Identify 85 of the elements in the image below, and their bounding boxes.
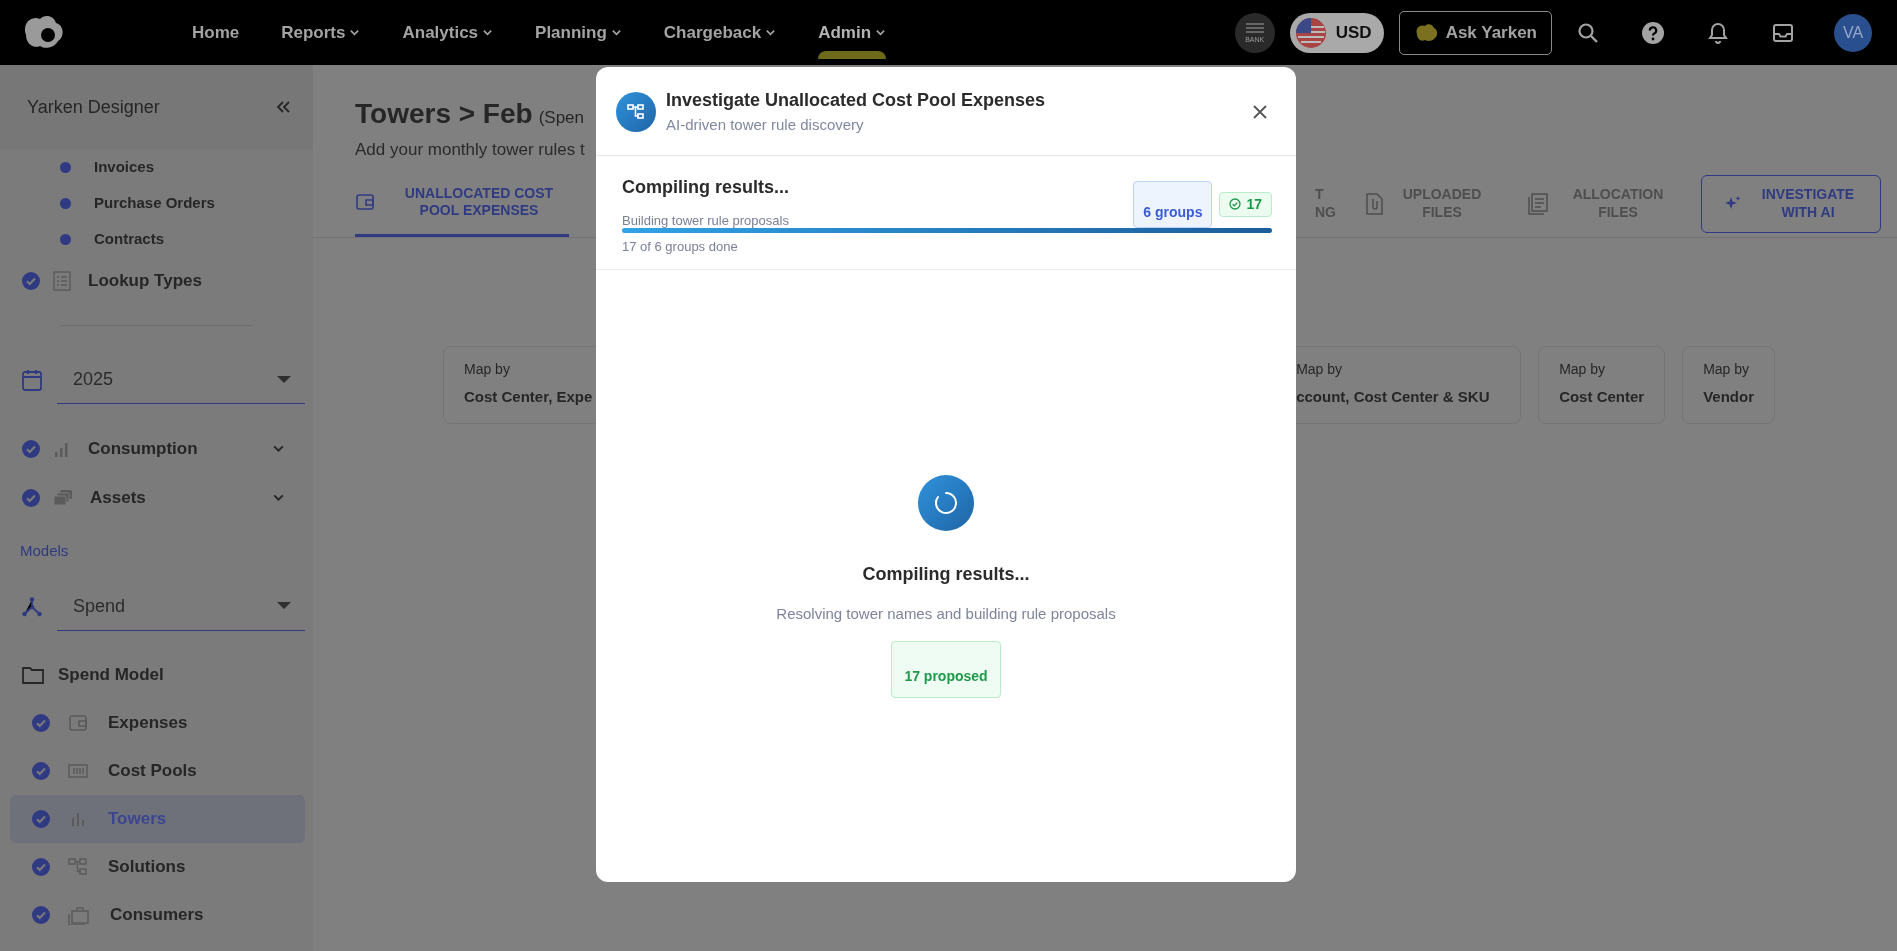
calendar-icon [22, 369, 42, 391]
groups-count: 6 groups [1133, 180, 1213, 228]
double-chevron-left-icon [275, 99, 291, 115]
status-title: Compiling results... [622, 175, 790, 199]
mapping-card[interactable]: Map by Cost Center [1538, 346, 1666, 424]
sidebar-item-label: Expenses [108, 711, 188, 734]
help-icon [1642, 21, 1664, 44]
sidebar-item[interactable]: Expenses [10, 698, 305, 747]
close-icon [1252, 103, 1268, 120]
collapse-sidebar-button[interactable] [275, 99, 291, 115]
spinner-icon [934, 490, 958, 515]
dialog-title: Investigate Unallocated Cost Pool Expenses [666, 89, 1047, 112]
stacked-cards-icon [52, 487, 74, 508]
ask-assistant-button[interactable]: Ask Yarken [1398, 10, 1552, 55]
nav-menu-item[interactable]: Reports [281, 19, 361, 46]
document-clip-icon [1365, 192, 1383, 215]
inbox-icon [1772, 21, 1794, 44]
notifications-button[interactable] [1707, 21, 1729, 44]
nav-menu-item[interactable]: Admin [818, 19, 887, 46]
search-icon [1577, 21, 1599, 44]
sidebar-item-label: Consumers [110, 903, 204, 926]
page-title: Towers > Feb [355, 97, 533, 131]
sidebar-item[interactable]: Cost Pools [10, 746, 305, 795]
sidebar-item[interactable]: Lookup Types [88, 268, 202, 294]
help-button[interactable] [1642, 21, 1664, 44]
proposed-count: 17 proposed [891, 641, 1001, 698]
tab[interactable]: UNALLOCATED COST POOL EXPENSES [355, 170, 569, 237]
network-icon [22, 596, 42, 617]
folder-icon [22, 665, 44, 684]
list-icon [52, 271, 72, 291]
bullet-dot [60, 161, 71, 173]
card-caption: Map by [1703, 360, 1751, 379]
wallet-icon [68, 712, 88, 733]
card-caption: Map by [1559, 360, 1607, 379]
select-field[interactable]: 2025 [57, 356, 305, 404]
briefcase-icon [68, 904, 90, 925]
flag-icon [1295, 17, 1326, 48]
card-value: Cost Center [1559, 387, 1645, 407]
nav-menu-item[interactable]: Analytics [402, 19, 494, 46]
bullet-dot [60, 233, 71, 245]
progress-text: 17 of 6 groups done [622, 238, 739, 256]
sidebar-item[interactable]: Consumption [88, 435, 272, 462]
dropdown-caret-icon [277, 375, 291, 384]
page-subtitle: Add your monthly tower rules t [355, 139, 586, 161]
card-caption: Map by [464, 360, 511, 379]
building-icon [1244, 22, 1265, 36]
bullet-dot [60, 197, 71, 209]
sidebar-group-title[interactable]: Spend Model [58, 661, 164, 688]
inbox-button[interactable] [1772, 21, 1794, 44]
done-count: 17 [1219, 191, 1272, 217]
loading-title: Compiling results... [862, 562, 1030, 586]
sidebar-item[interactable]: Invoices [94, 155, 155, 179]
sidebar-item-label: Cost Pools [108, 759, 197, 782]
sidebar-title: Yarken Designer [27, 95, 160, 119]
sidebar-item[interactable]: Contracts [94, 227, 164, 251]
currency-button[interactable]: USD [1289, 12, 1384, 53]
card-value: ccount, Cost Center & SKU [1296, 387, 1491, 407]
hierarchy-icon [68, 856, 88, 877]
search-button[interactable] [1577, 21, 1599, 44]
nav-menu-item[interactable]: Home [192, 19, 240, 46]
documents-icon [1527, 192, 1549, 215]
card-value: Cost Center, Expe [464, 387, 594, 407]
status-subtitle: Building tower rule proposals [622, 211, 790, 230]
nav-menu-item[interactable]: Chargeback [663, 19, 777, 46]
sidebar-item[interactable]: Solutions [10, 842, 305, 891]
sidebar-item[interactable]: Assets [90, 484, 272, 511]
mapping-card[interactable]: Map by Vendor [1682, 346, 1775, 424]
nav-menu-item[interactable]: Planning [535, 19, 622, 46]
dialog-subtitle: AI-driven tower rule discovery [666, 115, 865, 135]
section-label: Models [19, 541, 70, 561]
sidebar-item[interactable]: Purchase Orders [94, 191, 215, 215]
user-avatar[interactable]: VA [1834, 13, 1872, 52]
dropdown-caret-icon [277, 602, 291, 610]
check-circle-icon [1229, 198, 1242, 210]
loading-text: Resolving tower names and building rule proposals [776, 603, 1116, 624]
investigate-ai-button[interactable]: INVESTIGATE WITH AI [1701, 174, 1881, 233]
hierarchy-icon [627, 102, 645, 121]
card-value: Vendor [1703, 387, 1754, 407]
card-caption: Map by [1296, 360, 1344, 379]
select-field[interactable]: Spend [57, 582, 305, 631]
sidebar-item[interactable]: Consumers [10, 890, 305, 939]
wallet-icon [355, 192, 375, 212]
page-title-suffix: (Spen [538, 107, 584, 129]
sidebar-item-label: Solutions [108, 855, 186, 878]
bell-icon [1707, 21, 1729, 44]
